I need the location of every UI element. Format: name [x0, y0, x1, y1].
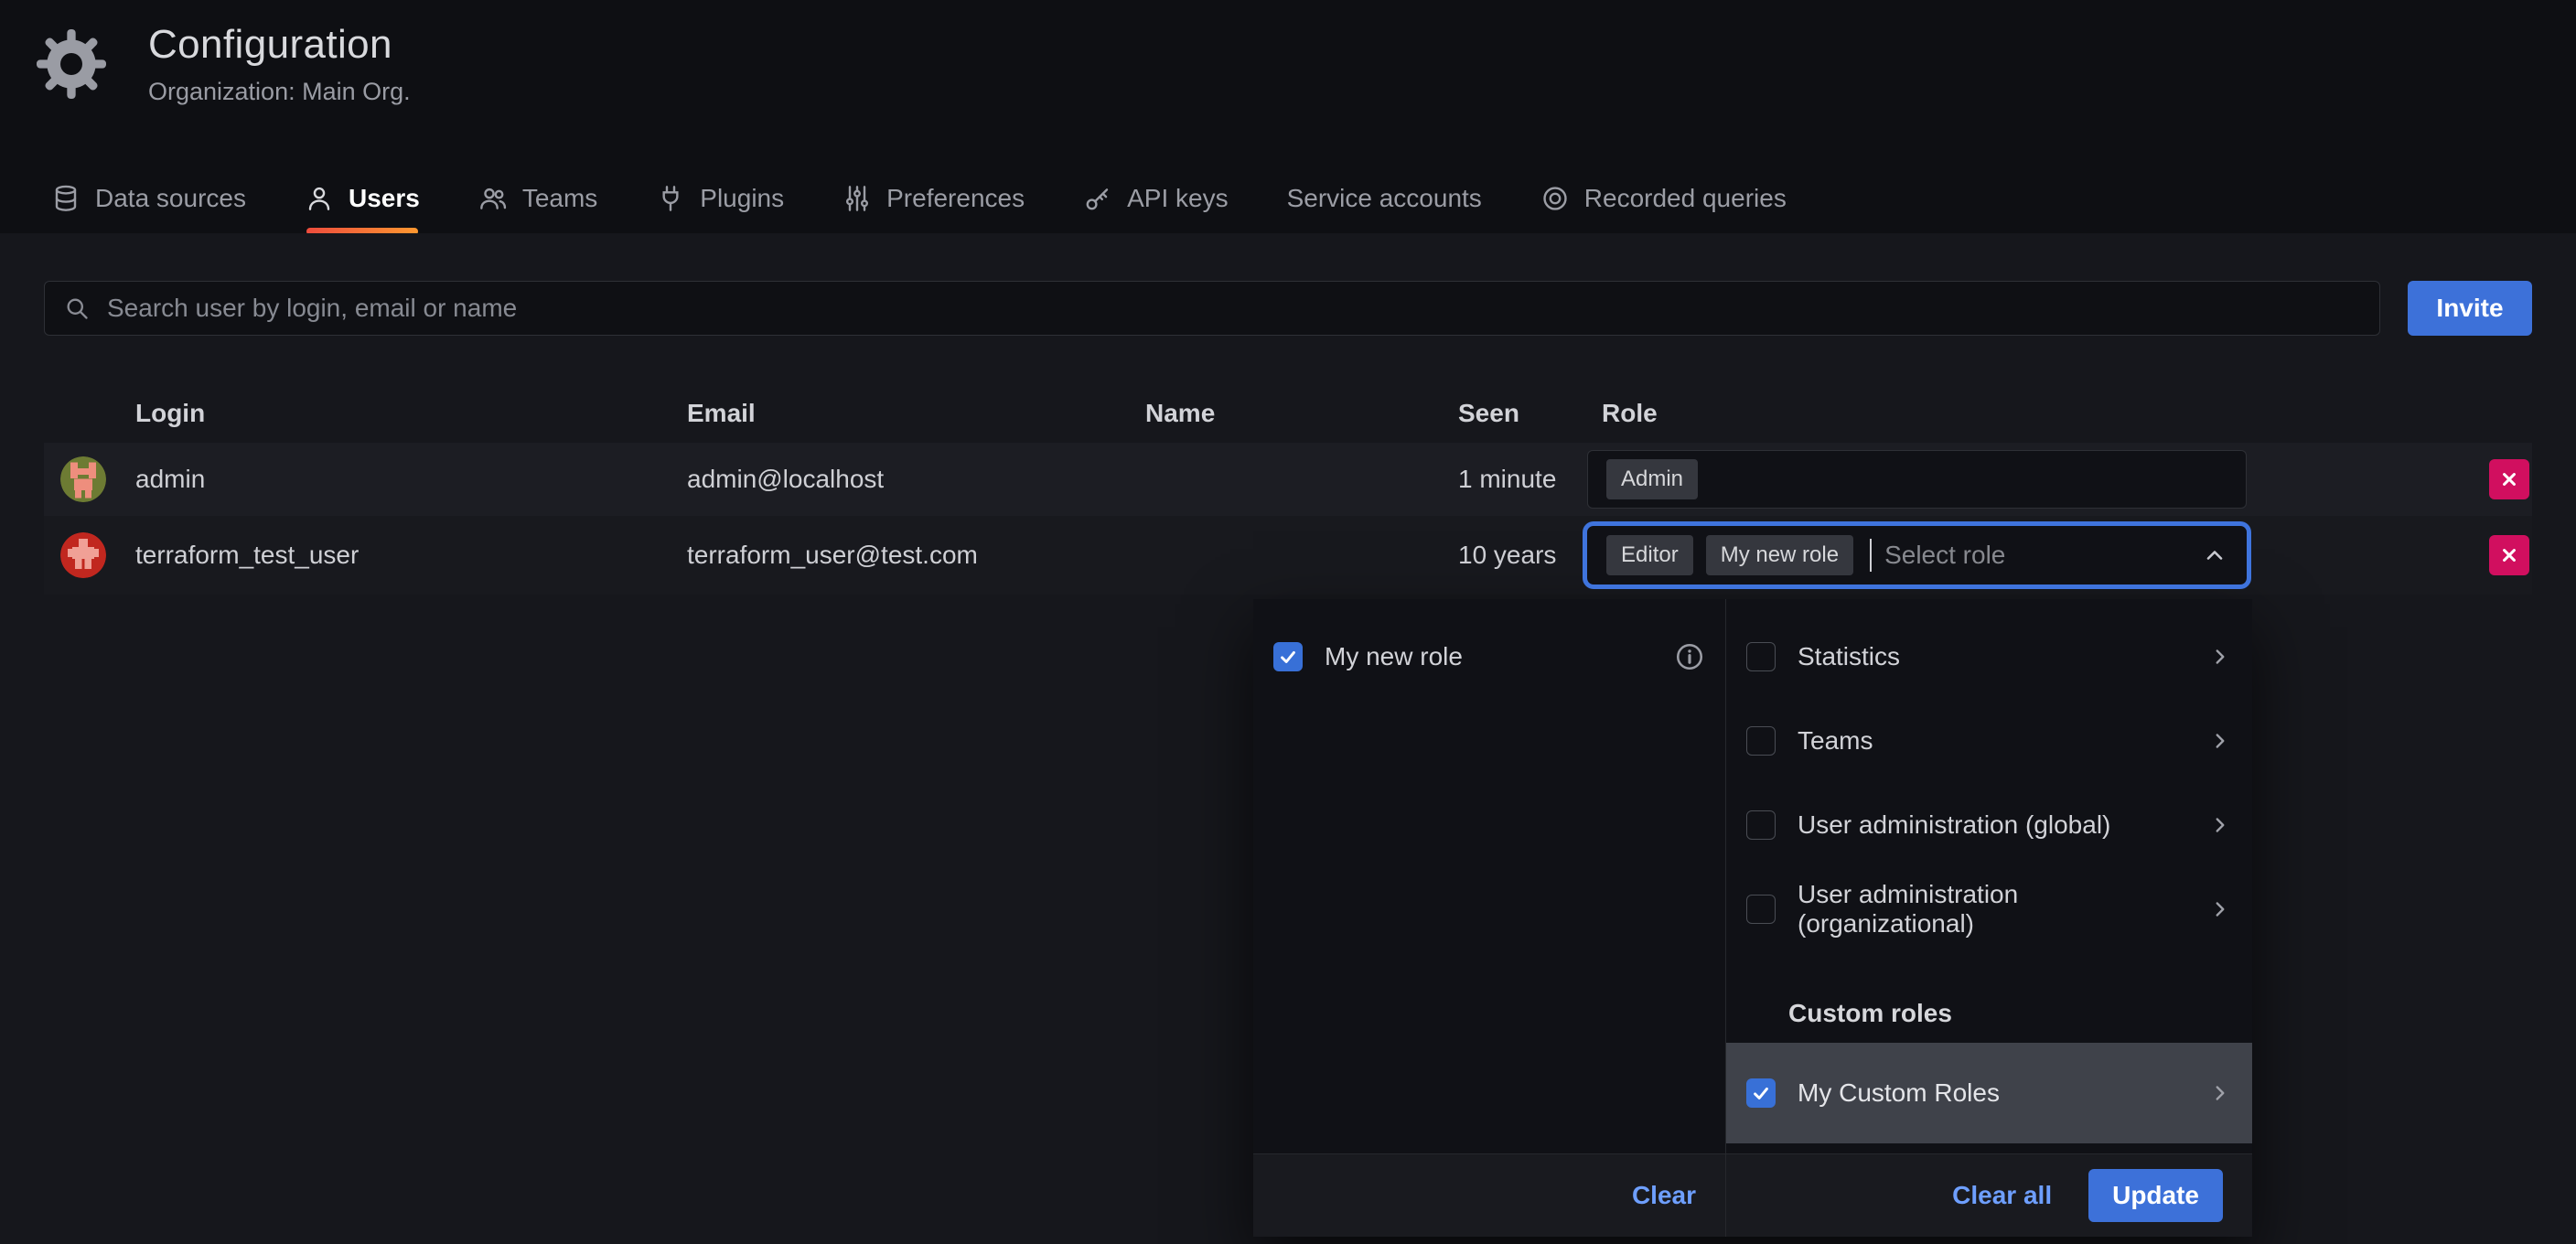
role-option-label: My new role	[1325, 642, 1463, 671]
avatar	[60, 456, 106, 502]
search-icon	[64, 295, 90, 321]
role-chip: My new role	[1706, 535, 1853, 575]
role-group-user-admin-global[interactable]: User administration (global)	[1726, 783, 2252, 867]
custom-roles-header: Custom roles	[1726, 988, 2252, 1039]
config-tabs: Data sources Users Teams	[51, 164, 1787, 233]
tab-plugins[interactable]: Plugins	[656, 164, 784, 233]
user-seen: 10 years	[1458, 541, 1587, 570]
user-email: admin@localhost	[687, 465, 1145, 494]
user-seen: 1 minute	[1458, 465, 1587, 494]
role-group-label: My Custom Roles	[1798, 1078, 2000, 1108]
checkbox-unchecked-icon[interactable]	[1746, 642, 1776, 671]
role-picker-groups: Statistics Teams User administration (gl…	[1726, 599, 2252, 1237]
column-header-login: Login	[44, 399, 687, 428]
update-button[interactable]: Update	[2088, 1169, 2223, 1222]
role-select-admin[interactable]: Admin	[1587, 450, 2247, 509]
users-content: Invite Login Email Name Seen Role admin	[0, 233, 2576, 1244]
invite-button[interactable]: Invite	[2408, 281, 2532, 336]
role-group-label: User administration (organizational)	[1798, 880, 2186, 938]
database-icon	[51, 184, 80, 213]
tab-users[interactable]: Users	[305, 164, 420, 233]
tab-preferences[interactable]: Preferences	[843, 164, 1025, 233]
user-email: terraform_user@test.com	[687, 541, 1145, 570]
column-header-role: Role	[1587, 399, 2422, 428]
users-toolbar: Invite	[44, 281, 2532, 336]
chevron-right-icon	[2208, 897, 2232, 921]
record-icon	[1540, 184, 1570, 213]
checkbox-checked-icon[interactable]	[1746, 1078, 1776, 1108]
role-group-label: User administration (global)	[1798, 810, 2110, 840]
tab-service-accounts[interactable]: Service accounts	[1287, 164, 1482, 233]
column-header-seen: Seen	[1458, 399, 1587, 428]
search-input-wrap	[44, 281, 2380, 336]
user-login: admin	[135, 465, 205, 494]
close-icon	[2497, 543, 2521, 567]
chevron-right-icon	[2208, 813, 2232, 837]
sliders-icon	[843, 184, 872, 213]
role-picker-submenu: My new role Clear	[1253, 599, 1726, 1237]
column-header-email: Email	[687, 399, 1145, 428]
role-group-label: Teams	[1798, 726, 1873, 756]
plug-icon	[656, 184, 685, 213]
role-chip: Editor	[1606, 535, 1693, 575]
delete-user-button[interactable]	[2489, 459, 2529, 499]
page-header: Configuration Organization: Main Org. Da…	[0, 0, 2576, 233]
role-picker-footer: Clear all Update	[1726, 1153, 2252, 1237]
chevron-up-icon	[2202, 542, 2227, 568]
tab-recorded-queries[interactable]: Recorded queries	[1540, 164, 1787, 233]
delete-user-button[interactable]	[2489, 535, 2529, 575]
close-icon	[2497, 467, 2521, 491]
gear-icon	[35, 27, 108, 101]
tab-api-keys[interactable]: API keys	[1083, 164, 1228, 233]
role-option-my-new-role[interactable]: My new role	[1253, 615, 1725, 699]
role-group-my-custom-roles[interactable]: My Custom Roles	[1726, 1043, 2252, 1143]
role-group-label: Statistics	[1798, 642, 1900, 671]
text-cursor	[1870, 539, 1872, 572]
check-icon	[1751, 1083, 1771, 1103]
table-row: terraform_test_user terraform_user@test.…	[44, 516, 2532, 595]
search-input[interactable]	[44, 281, 2380, 336]
chevron-right-icon	[2208, 1081, 2232, 1105]
check-icon	[1278, 647, 1298, 667]
page-subtitle: Organization: Main Org.	[148, 78, 411, 106]
page-title: Configuration	[148, 22, 411, 68]
role-group-statistics[interactable]: Statistics	[1726, 615, 2252, 699]
checkbox-unchecked-icon[interactable]	[1746, 810, 1776, 840]
checkbox-unchecked-icon[interactable]	[1746, 895, 1776, 924]
page-brand: Configuration Organization: Main Org.	[35, 22, 411, 106]
role-group-user-admin-org[interactable]: User administration (organizational)	[1726, 867, 2252, 951]
column-header-name: Name	[1145, 399, 1458, 428]
user-login: terraform_test_user	[135, 541, 359, 570]
checkbox-checked-icon[interactable]	[1273, 642, 1303, 671]
tab-teams[interactable]: Teams	[478, 164, 597, 233]
role-picker-dropdown: My new role Clear Statistics	[1253, 599, 2252, 1237]
submenu-footer: Clear	[1253, 1153, 1725, 1237]
role-select-placeholder: Select role	[1884, 541, 2005, 570]
role-chip: Admin	[1606, 459, 1698, 499]
users-icon	[478, 184, 508, 213]
chevron-right-icon	[2208, 729, 2232, 753]
users-table-header: Login Email Name Seen Role	[44, 384, 2532, 443]
clear-link[interactable]: Clear	[1632, 1181, 1696, 1210]
user-icon	[305, 184, 334, 213]
avatar	[60, 532, 106, 578]
tab-data-sources[interactable]: Data sources	[51, 164, 246, 233]
key-icon	[1083, 184, 1112, 213]
checkbox-unchecked-icon[interactable]	[1746, 726, 1776, 756]
chevron-right-icon	[2208, 645, 2232, 669]
table-row: admin admin@localhost 1 minute Admin	[44, 443, 2532, 516]
role-select-open[interactable]: Editor My new role Select role	[1587, 526, 2247, 584]
role-group-teams[interactable]: Teams	[1726, 699, 2252, 783]
clear-all-link[interactable]: Clear all	[1952, 1181, 2052, 1210]
info-icon[interactable]	[1674, 641, 1705, 672]
